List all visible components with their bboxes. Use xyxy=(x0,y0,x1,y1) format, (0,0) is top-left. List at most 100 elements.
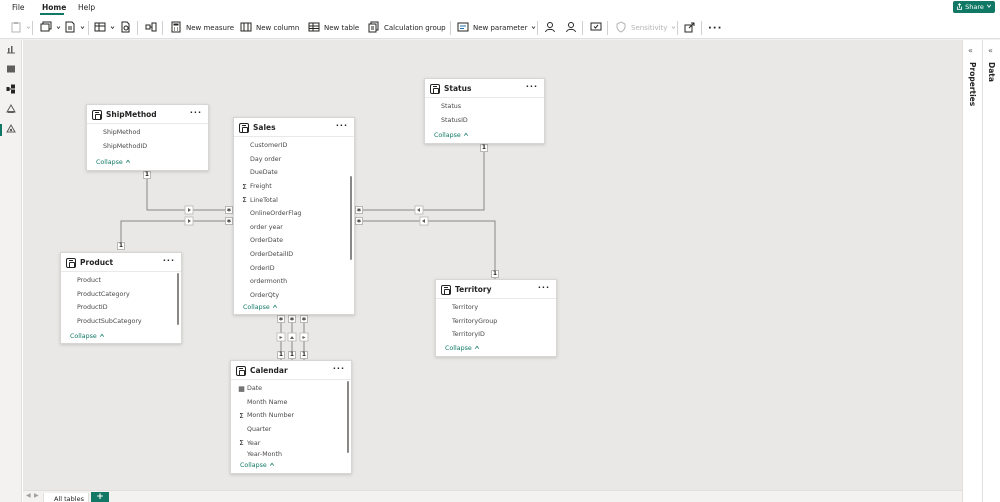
ellipsis-icon[interactable]: ··· xyxy=(538,283,550,292)
collapse-button[interactable]: Collapse xyxy=(70,333,105,340)
new-table-button[interactable]: New table xyxy=(308,20,359,36)
collapse-button[interactable]: Collapse xyxy=(445,345,480,352)
chevron-up-icon xyxy=(272,304,278,311)
sensitivity-label: Sensitivity xyxy=(631,24,668,32)
relationship-line-territory-sales xyxy=(355,220,496,279)
field-item[interactable]: ProductCategory xyxy=(61,288,181,302)
new-column-button[interactable]: New column xyxy=(240,20,299,36)
transform-data-button[interactable] xyxy=(64,20,85,36)
view-as-button[interactable] xyxy=(565,20,577,36)
new-parameter-button[interactable]: New parameter xyxy=(457,20,536,36)
paste-button[interactable] xyxy=(10,20,31,36)
manage-roles-button[interactable] xyxy=(94,20,115,36)
field-item[interactable]: Σ Freight xyxy=(234,180,354,194)
field-item[interactable]: TerritoryGroup xyxy=(436,315,556,329)
field-item[interactable]: StatusID xyxy=(425,114,544,128)
field-item[interactable]: Σ Month Number xyxy=(231,409,351,423)
field-item[interactable]: OrderQty xyxy=(234,289,354,303)
table-header[interactable]: Status ··· xyxy=(425,79,544,98)
publish-button[interactable] xyxy=(684,20,696,36)
properties-pane-tab[interactable]: Properties xyxy=(968,62,977,106)
table-header[interactable]: ShipMethod ··· xyxy=(87,105,208,124)
field-item[interactable]: ordermonth xyxy=(234,275,354,289)
model-canvas[interactable]: 1 * 1 * 1 * 1 * * * * 1 1 1 ShipMethod ·… xyxy=(23,40,962,490)
field-item[interactable]: Status xyxy=(425,100,544,114)
field-item[interactable]: ShipMethod xyxy=(87,126,208,140)
field-item[interactable]: ProductSubCategory xyxy=(61,315,181,329)
scrollbar[interactable] xyxy=(347,381,349,453)
field-item[interactable]: OnlineOrderFlag xyxy=(234,207,354,221)
table-card-sales[interactable]: Sales ··· CustomerID Day order DueDate Σ… xyxy=(233,117,355,315)
model-view-button[interactable] xyxy=(5,84,17,96)
expand-properties-icon[interactable]: « xyxy=(968,46,973,55)
chevron-down-icon xyxy=(671,24,676,32)
field-item[interactable]: DueDate xyxy=(234,166,354,180)
tmdl-view-button[interactable] xyxy=(5,123,17,136)
table-card-territory[interactable]: Territory ··· Territory TerritoryGroup T… xyxy=(435,279,557,357)
cardinality-many-marker: * xyxy=(288,315,296,325)
scroll-left-icon[interactable]: ◀ xyxy=(26,492,31,499)
field-item[interactable]: CustomerID xyxy=(234,139,354,153)
chevron-down-icon xyxy=(56,24,61,32)
field-item[interactable]: ShipMethodID xyxy=(87,140,208,154)
table-card-product[interactable]: Product ··· Product ProductCategory Prod… xyxy=(60,252,182,344)
table-card-status[interactable]: Status ··· Status StatusID Collapse xyxy=(424,78,545,144)
table-header[interactable]: Calendar ··· xyxy=(231,361,351,380)
menu-file[interactable]: File xyxy=(12,3,25,12)
table-header[interactable]: Product ··· xyxy=(61,253,181,272)
menu-help[interactable]: Help xyxy=(78,3,95,12)
scroll-right-icon[interactable]: ▶ xyxy=(34,492,39,499)
manage-roles-security-button[interactable] xyxy=(544,20,556,36)
field-item[interactable]: ProductID xyxy=(61,301,181,315)
field-item[interactable]: Product xyxy=(61,274,181,288)
field-item[interactable]: Year-Month xyxy=(231,450,351,459)
more-options-button[interactable]: ··· xyxy=(708,20,722,36)
field-item[interactable]: OrderID xyxy=(234,261,354,275)
collapse-button[interactable]: Collapse xyxy=(96,159,131,166)
ellipsis-icon[interactable]: ··· xyxy=(333,364,345,373)
table-header[interactable]: Territory ··· xyxy=(436,280,556,299)
ellipsis-icon[interactable]: ··· xyxy=(163,256,175,265)
ellipsis-icon[interactable]: ··· xyxy=(336,121,348,130)
field-item[interactable]: Σ LineTotal xyxy=(234,193,354,207)
ellipsis-icon[interactable]: ··· xyxy=(190,108,202,117)
field-item[interactable]: Day order xyxy=(234,153,354,167)
table-card-calendar[interactable]: Calendar ··· ▦ Date Month Name Σ Month Num… xyxy=(230,360,352,474)
add-layout-button[interactable]: + xyxy=(91,492,109,502)
table-header[interactable]: Sales ··· xyxy=(234,118,354,137)
table-card-shipmethod[interactable]: ShipMethod ··· ShipMethod ShipMethodID C… xyxy=(86,104,209,171)
model-icon xyxy=(6,84,16,96)
new-measure-button[interactable]: New measure xyxy=(170,20,234,36)
cardinality-one-marker: 1 xyxy=(143,171,151,179)
field-item[interactable]: Σ Year xyxy=(231,436,351,450)
sensitivity-button[interactable]: Sensitivity xyxy=(615,20,676,36)
tab-all-tables[interactable]: All tables xyxy=(43,493,89,502)
get-data-button[interactable] xyxy=(40,20,61,36)
scrollbar[interactable] xyxy=(177,273,179,325)
field-item[interactable]: Territory xyxy=(436,301,556,315)
data-pane-tab[interactable]: Data xyxy=(987,62,996,82)
field-item[interactable]: order year xyxy=(234,221,354,235)
menu-home[interactable]: Home xyxy=(42,3,66,12)
dax-query-view-button[interactable] xyxy=(5,103,17,116)
manage-relationships-button[interactable] xyxy=(145,20,157,36)
calculation-group-button[interactable]: Calculation group xyxy=(368,20,446,36)
refresh-button[interactable] xyxy=(120,20,132,36)
ellipsis-icon[interactable]: ··· xyxy=(526,82,538,91)
share-button[interactable]: Share xyxy=(953,1,995,13)
field-item[interactable]: ▦ Date xyxy=(231,382,351,396)
collapse-button[interactable]: Collapse xyxy=(434,132,469,139)
field-item[interactable]: Month Name xyxy=(231,396,351,410)
collapse-button[interactable]: Collapse xyxy=(243,304,278,311)
report-view-button[interactable] xyxy=(5,44,17,56)
table-view-button[interactable] xyxy=(5,64,17,76)
qa-setup-button[interactable] xyxy=(590,20,602,36)
chevron-down-icon xyxy=(986,3,992,11)
scrollbar[interactable] xyxy=(350,176,352,260)
field-item[interactable]: TerritoryID xyxy=(436,328,556,342)
field-item[interactable]: OrderDetailID xyxy=(234,248,354,262)
field-item[interactable]: Quarter xyxy=(231,423,351,437)
field-item[interactable]: OrderDate xyxy=(234,234,354,248)
collapse-button[interactable]: Collapse xyxy=(240,462,275,469)
expand-data-icon[interactable]: « xyxy=(988,46,993,55)
